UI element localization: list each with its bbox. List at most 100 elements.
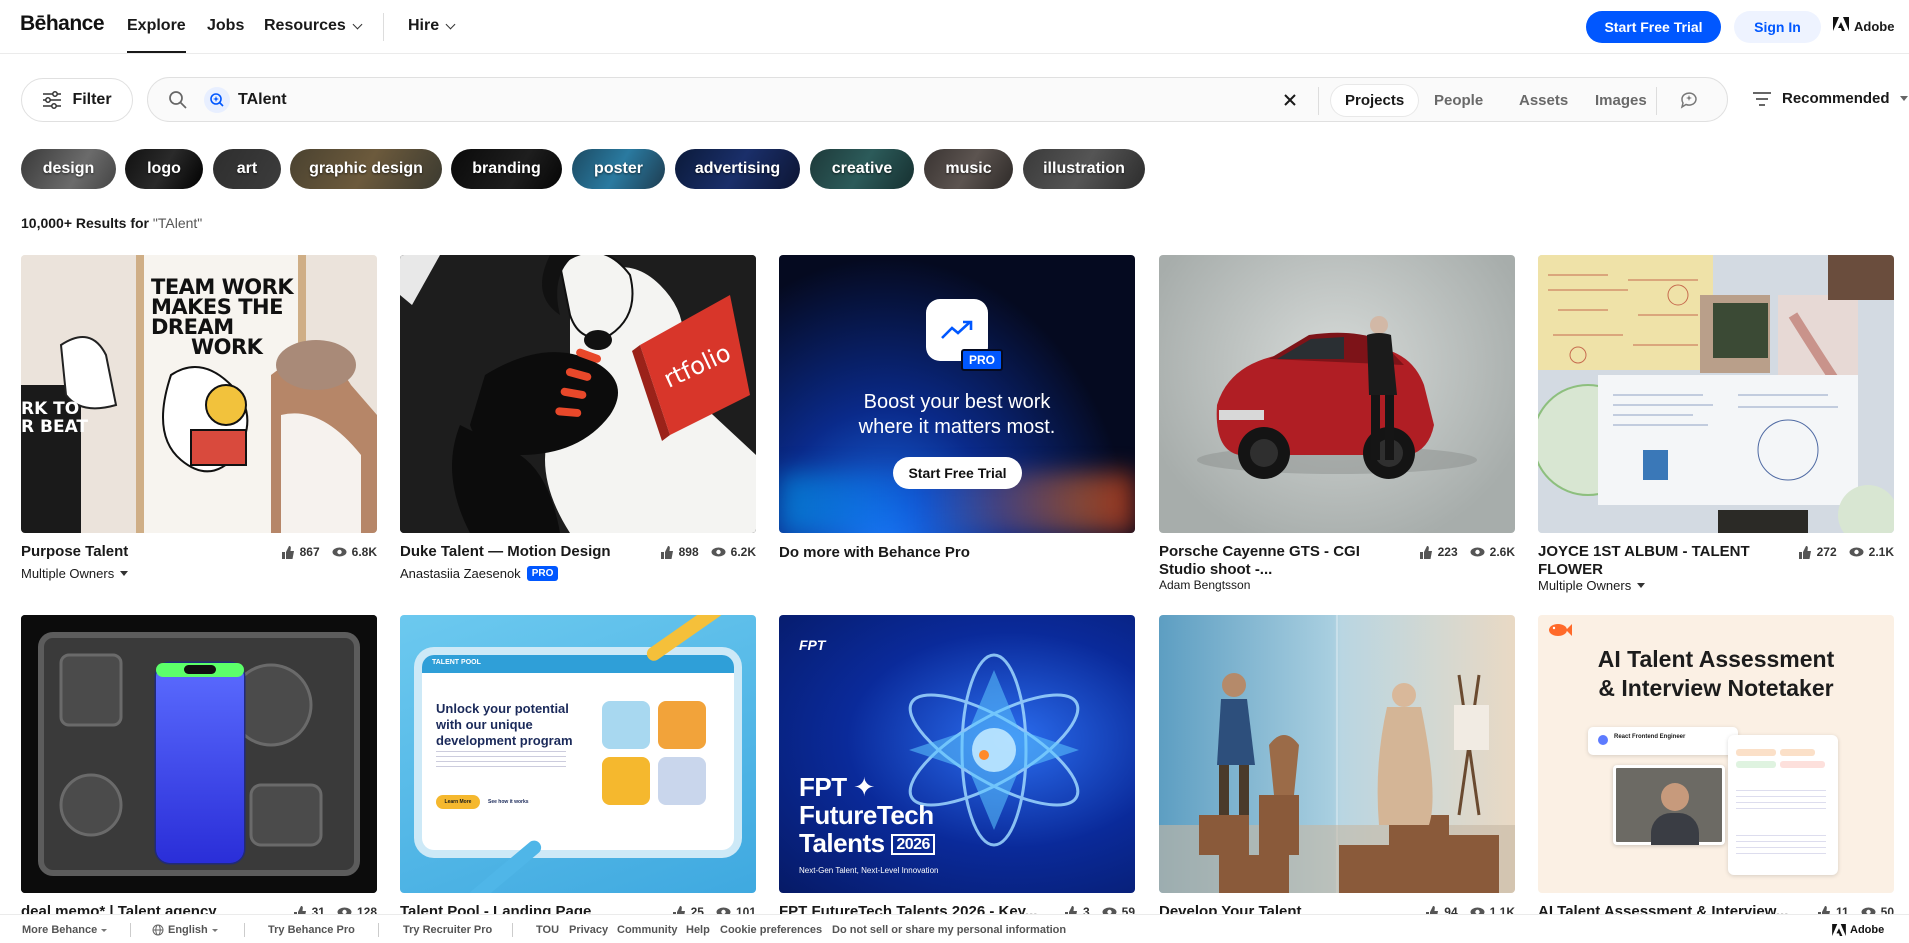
sort-icon bbox=[1753, 91, 1771, 106]
owner-name: Anastasiia Zaesenok bbox=[400, 566, 521, 581]
footer-privacy[interactable]: Privacy bbox=[569, 924, 608, 936]
project-thumbnail[interactable] bbox=[1538, 255, 1894, 533]
adobe-logo-icon bbox=[1833, 17, 1849, 35]
footer-divider bbox=[244, 923, 245, 937]
adobe-logo-icon bbox=[1832, 924, 1846, 936]
footer-cookie-preferences[interactable]: Cookie preferences bbox=[720, 924, 822, 936]
project-artwork bbox=[1538, 255, 1894, 533]
artwork-line: DREAM bbox=[151, 315, 234, 339]
nav-jobs[interactable]: Jobs bbox=[207, 17, 244, 35]
tab-images[interactable]: Images bbox=[1581, 85, 1661, 116]
project-owner[interactable]: Multiple Owners bbox=[21, 566, 129, 581]
ai-chat-icon[interactable] bbox=[1678, 89, 1700, 111]
tag-poster[interactable]: poster bbox=[572, 149, 665, 189]
tab-projects[interactable]: Projects bbox=[1331, 85, 1419, 116]
footer-try-behance-pro[interactable]: Try Behance Pro bbox=[268, 924, 355, 936]
tag-graphic-design[interactable]: graphic design bbox=[290, 149, 442, 189]
tag-label: music bbox=[945, 160, 992, 177]
tab-assets[interactable]: Assets bbox=[1505, 85, 1582, 116]
nav-explore[interactable]: Explore bbox=[127, 17, 186, 53]
views-count: 6.2K bbox=[711, 545, 756, 559]
behance-logo[interactable]: Bēhance bbox=[20, 12, 105, 36]
search-icon bbox=[169, 91, 187, 109]
tag-label: creative bbox=[831, 160, 893, 177]
project-owner[interactable]: Adam Bengtsson bbox=[1159, 578, 1250, 592]
project-thumbnail[interactable]: TEAM WORK MAKES THE DREAM WORK RK TO R B… bbox=[21, 255, 377, 533]
footer-bar: More Behance English Try Behance Pro Try… bbox=[0, 914, 1909, 943]
tag-art[interactable]: art bbox=[213, 149, 281, 189]
mockup-brand: TALENT POOL bbox=[432, 659, 481, 666]
filter-button[interactable]: Filter bbox=[21, 78, 133, 122]
project-title[interactable]: Duke Talent — Motion Design bbox=[400, 543, 611, 561]
promo-title[interactable]: Do more with Behance Pro bbox=[779, 544, 970, 562]
thumbs-up-icon bbox=[660, 545, 673, 559]
sort-dropdown[interactable]: Recommended bbox=[1752, 90, 1908, 107]
chevron-down-icon bbox=[352, 19, 363, 29]
footer-more-label: More Behance bbox=[22, 924, 98, 936]
footer-try-recruiter-pro[interactable]: Try Recruiter Pro bbox=[403, 924, 492, 936]
likes-value: 867 bbox=[299, 545, 320, 559]
caret-down-icon bbox=[1899, 96, 1908, 101]
footer-tou[interactable]: TOU bbox=[536, 924, 559, 936]
pro-badge: PRO bbox=[961, 349, 1004, 371]
caret-down-icon bbox=[101, 928, 108, 932]
promo-thumbnail[interactable]: PRO Boost your best work where it matter… bbox=[779, 255, 1135, 533]
project-thumbnail[interactable]: rtfolio bbox=[400, 255, 756, 533]
project-thumbnail[interactable]: FPT FPT ✦ FutureTech Talents 2026 Next-G… bbox=[779, 615, 1135, 893]
project-title[interactable]: JOYCE 1ST ALBUM - TALENT FLOWER bbox=[1538, 543, 1783, 579]
tag-illustration[interactable]: illustration bbox=[1023, 149, 1145, 189]
views-value: 6.8K bbox=[351, 545, 377, 559]
tag-music[interactable]: music bbox=[924, 149, 1013, 189]
footer-more-behance[interactable]: More Behance bbox=[22, 924, 108, 936]
promo-start-trial-button[interactable]: Start Free Trial bbox=[893, 457, 1022, 489]
artwork-line: Talents bbox=[799, 828, 885, 858]
tag-design[interactable]: design bbox=[21, 149, 116, 189]
tag-advertising[interactable]: advertising bbox=[675, 149, 800, 189]
project-thumbnail[interactable]: TALENT POOL Unlock your potential with o… bbox=[400, 615, 756, 893]
nav-resources[interactable]: Resources bbox=[264, 17, 363, 35]
brand-logo: FPT bbox=[799, 637, 826, 653]
start-free-trial-button[interactable]: Start Free Trial bbox=[1586, 11, 1721, 43]
nav-hire[interactable]: Hire bbox=[408, 17, 456, 35]
footer-language-label: English bbox=[168, 924, 208, 936]
tag-creative[interactable]: creative bbox=[810, 149, 914, 189]
tag-label: poster bbox=[594, 160, 643, 177]
sign-in-button[interactable]: Sign In bbox=[1734, 11, 1821, 43]
footer-language[interactable]: English bbox=[152, 924, 218, 936]
nav-explore-label: Explore bbox=[127, 17, 186, 34]
search-input[interactable] bbox=[238, 88, 1238, 112]
project-thumbnail[interactable] bbox=[21, 615, 377, 893]
project-title[interactable]: Purpose Talent bbox=[21, 543, 128, 561]
project-owner[interactable]: Anastasiia Zaesenok PRO bbox=[400, 566, 559, 581]
footer-help[interactable]: Help bbox=[686, 924, 710, 936]
clear-search-button[interactable] bbox=[1276, 87, 1304, 115]
artwork-text: TEAM WORK MAKES THE DREAM WORK bbox=[151, 275, 294, 358]
project-thumbnail[interactable] bbox=[1159, 615, 1515, 893]
artwork-subtitle: Next-Gen Talent, Next-Level Innovation bbox=[799, 866, 939, 875]
tag-label: design bbox=[42, 160, 95, 177]
mockup-heading: Unlock your potential with our unique de… bbox=[436, 701, 573, 749]
project-thumbnail[interactable] bbox=[1159, 255, 1515, 533]
project-owner[interactable]: Multiple Owners bbox=[1538, 578, 1646, 593]
owner-name: Adam Bengtsson bbox=[1159, 578, 1251, 592]
ai-search-icon[interactable] bbox=[204, 87, 230, 113]
footer-do-not-sell[interactable]: Do not sell or share my personal informa… bbox=[832, 924, 1066, 936]
footer-community[interactable]: Community bbox=[617, 924, 678, 936]
project-title[interactable]: Porsche Cayenne GTS - CGI Studio shoot -… bbox=[1159, 543, 1404, 579]
adobe-link[interactable]: Adobe bbox=[1833, 17, 1894, 35]
eye-icon bbox=[1849, 547, 1864, 557]
footer-divider bbox=[512, 923, 513, 937]
tab-people[interactable]: People bbox=[1420, 85, 1497, 116]
artwork-headline: AI Talent Assessment & Interview Notetak… bbox=[1538, 645, 1894, 703]
tag-logo[interactable]: logo bbox=[125, 149, 203, 189]
project-stats: 223 2.6K bbox=[1419, 545, 1515, 559]
tag-branding[interactable]: branding bbox=[451, 149, 562, 189]
artwork-line: TEAM WORK bbox=[151, 275, 294, 299]
footer-adobe[interactable]: Adobe bbox=[1832, 924, 1884, 936]
thumbs-up-icon bbox=[281, 545, 294, 559]
mockup-heading-line: development program bbox=[436, 733, 573, 748]
pro-badge: PRO bbox=[526, 566, 559, 581]
artwork-line: MAKES THE bbox=[151, 295, 283, 319]
tag-label: art bbox=[236, 160, 258, 177]
project-thumbnail[interactable]: AI Talent Assessment & Interview Notetak… bbox=[1538, 615, 1894, 893]
